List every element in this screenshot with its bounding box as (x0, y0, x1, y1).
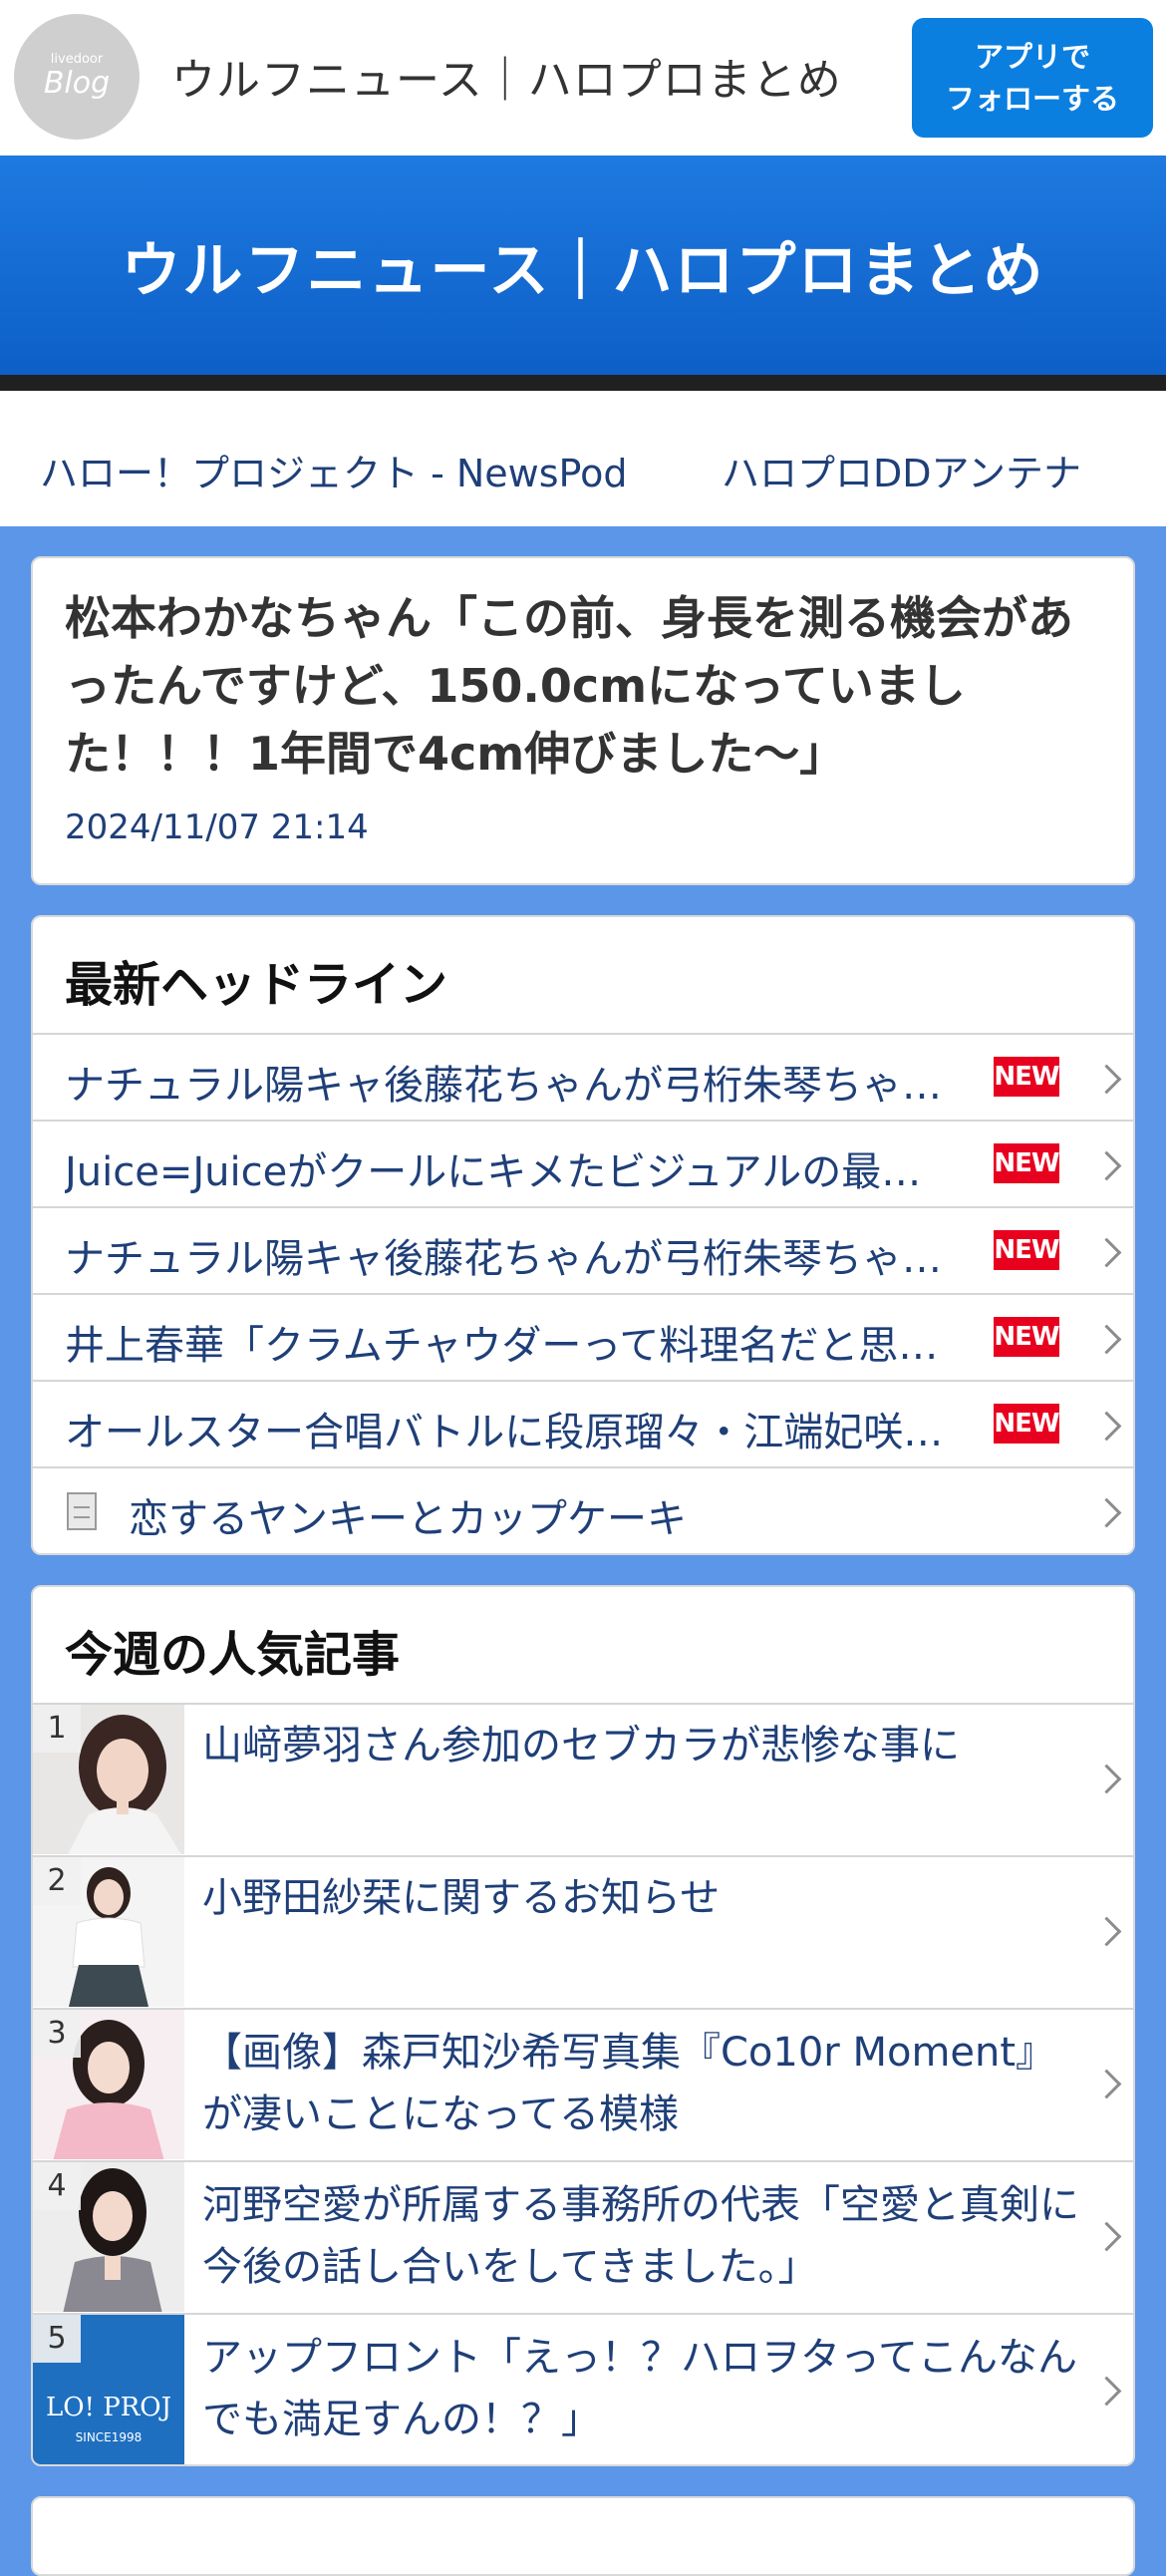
thumbnail-image: 4 (33, 2162, 184, 2312)
new-badge: NEW (994, 1230, 1060, 1270)
new-badge: NEW (994, 1057, 1060, 1097)
rank-number: 5 (33, 2315, 81, 2363)
popular-title: 【画像】森戸知沙希写真集『Co10r Moment』が凄いことになってる模様 (202, 2030, 1056, 2137)
logo-main-text: Blog (43, 66, 111, 101)
popular-item[interactable]: 1 山﨑夢羽さん参加のセブカラが悲惨な事に (33, 1703, 1133, 1856)
new-badge: NEW (994, 1317, 1060, 1357)
hero-title[interactable]: ウルフニュース｜ハロプロまとめ (122, 222, 1045, 309)
follow-in-app-button[interactable]: アプリで フォローする (912, 18, 1153, 138)
popular-title: 河野空愛が所属する事務所の代表「空愛と真剣に今後の話し合いをしてきました。」 (202, 2182, 1079, 2290)
thumbnail-image: 1 (33, 1705, 184, 1854)
popular-heading: 今週の人気記事 (65, 1627, 401, 1683)
headline-item[interactable]: Juice=Juiceがクールにキメたビジュアルの最… NEW (33, 1120, 1133, 1207)
headlines-card: 最新ヘッドライン ナチュラル陽キャ後藤花ちゃんが弓桁朱琴ちゃ… NEW Juic… (31, 915, 1135, 1555)
top-bar: livedoor Blog ウルフニュース｜ハロプロまとめ アプリで フォローす… (0, 0, 1166, 156)
headline-text: 恋するヤンキーとカップケーキ (129, 1496, 687, 1542)
popular-card: 今週の人気記事 1 山﨑夢羽さん参加のセブカラが悲惨な事に 2 小野田紗栞に関す… (31, 1585, 1135, 2466)
new-badge: NEW (994, 1143, 1060, 1183)
headline-text: ナチュラル陽キャ後藤花ちゃんが弓桁朱琴ちゃ… (65, 1236, 942, 1282)
headline-text: 井上春華「クラムチャウダーって料理名だと思… (65, 1323, 939, 1369)
thumbnail-logo-sub: SINCE1998 (75, 2430, 143, 2444)
chevron-right-icon (1091, 1237, 1122, 1268)
document-icon (67, 1492, 97, 1530)
headline-item[interactable]: 井上春華「クラムチャウダーって料理名だと思… NEW (33, 1293, 1133, 1381)
chevron-right-icon (1091, 1150, 1122, 1181)
popular-title: 山﨑夢羽さん参加のセブカラが悲惨な事に (202, 1723, 960, 1769)
headline-item-document[interactable]: 恋するヤンキーとカップケーキ (33, 1466, 1133, 1553)
headline-item[interactable]: ナチュラル陽キャ後藤花ちゃんが弓桁朱琴ちゃ… NEW (33, 1033, 1133, 1121)
thumbnail-image: 3 (33, 2010, 184, 2159)
article-date: 2024/11/07 21:14 (65, 807, 369, 847)
rank-number: 1 (33, 1705, 81, 1753)
popular-item[interactable]: 4 河野空愛が所属する事務所の代表「空愛と真剣に今後の話し合いをしてきました。」 (33, 2160, 1133, 2314)
article-title[interactable]: 松本わかなちゃん「この前、身長を測る機会があったんですけど、150.0cmになっ… (65, 584, 1101, 788)
headline-text: オールスター合唱バトルに段原瑠々・江端妃咲… (65, 1410, 944, 1455)
link-dd-antenna[interactable]: ハロプロDDアンテナ (722, 443, 1081, 497)
chevron-right-icon (1091, 1064, 1122, 1095)
chevron-right-icon (1091, 1916, 1122, 1947)
chevron-right-icon (1091, 2069, 1122, 2099)
rank-number: 2 (33, 1857, 81, 1905)
article-card: 松本わかなちゃん「この前、身長を測る機会があったんですけど、150.0cmになっ… (31, 556, 1135, 885)
follow-line-1: アプリで (974, 40, 1090, 74)
hero-banner: ウルフニュース｜ハロプロまとめ (0, 156, 1166, 391)
chevron-right-icon (1091, 1764, 1122, 1794)
chevron-right-icon (1091, 1324, 1122, 1355)
headline-text: ナチュラル陽キャ後藤花ちゃんが弓桁朱琴ちゃ… (65, 1063, 942, 1109)
popular-title: 小野田紗栞に関するお知らせ (202, 1875, 721, 1921)
headline-item[interactable]: オールスター合唱バトルに段原瑠々・江端妃咲… NEW (33, 1380, 1133, 1467)
popular-title: アップフロント「えっ！？ハロヲタってこんなんでも満足すんの！？」 (202, 2335, 1077, 2442)
link-newspod[interactable]: ハロー！プロジェクト - NewsPod (40, 443, 627, 497)
next-card (31, 2496, 1135, 2576)
logo-small-text: livedoor (50, 52, 104, 67)
headline-text: Juice=Juiceがクールにキメたビジュアルの最… (65, 1149, 922, 1195)
headline-item[interactable]: ナチュラル陽キャ後藤花ちゃんが弓桁朱琴ちゃ… NEW (33, 1206, 1133, 1294)
chevron-right-icon (1091, 1411, 1122, 1442)
headlines-heading: 最新ヘッドライン (65, 957, 448, 1013)
livedoor-blog-logo[interactable]: livedoor Blog (14, 14, 140, 140)
antenna-links: ハロー！プロジェクト - NewsPod ハロプロDDアンテナ (0, 391, 1166, 526)
site-name[interactable]: ウルフニュース｜ハロプロまとめ (171, 44, 842, 108)
chevron-right-icon (1091, 2376, 1122, 2407)
popular-item[interactable]: LO! PROJ SINCE1998 5 アップフロント「えっ！？ハロヲタってこ… (33, 2313, 1133, 2464)
popular-item[interactable]: 3 【画像】森戸知沙希写真集『Co10r Moment』が凄いことになってる模様 (33, 2008, 1133, 2161)
thumbnail-image: 2 (33, 1857, 184, 2007)
chevron-right-icon (1091, 1497, 1122, 1528)
popular-item[interactable]: 2 小野田紗栞に関するお知らせ (33, 1855, 1133, 2009)
thumbnail-logo-text: LO! PROJ (45, 2393, 172, 2422)
rank-number: 4 (33, 2162, 81, 2210)
thumbnail-image: LO! PROJ SINCE1998 5 (33, 2315, 184, 2464)
new-badge: NEW (994, 1404, 1060, 1444)
rank-number: 3 (33, 2010, 81, 2058)
follow-line-2: フォローする (945, 82, 1119, 116)
chevron-right-icon (1091, 2221, 1122, 2252)
